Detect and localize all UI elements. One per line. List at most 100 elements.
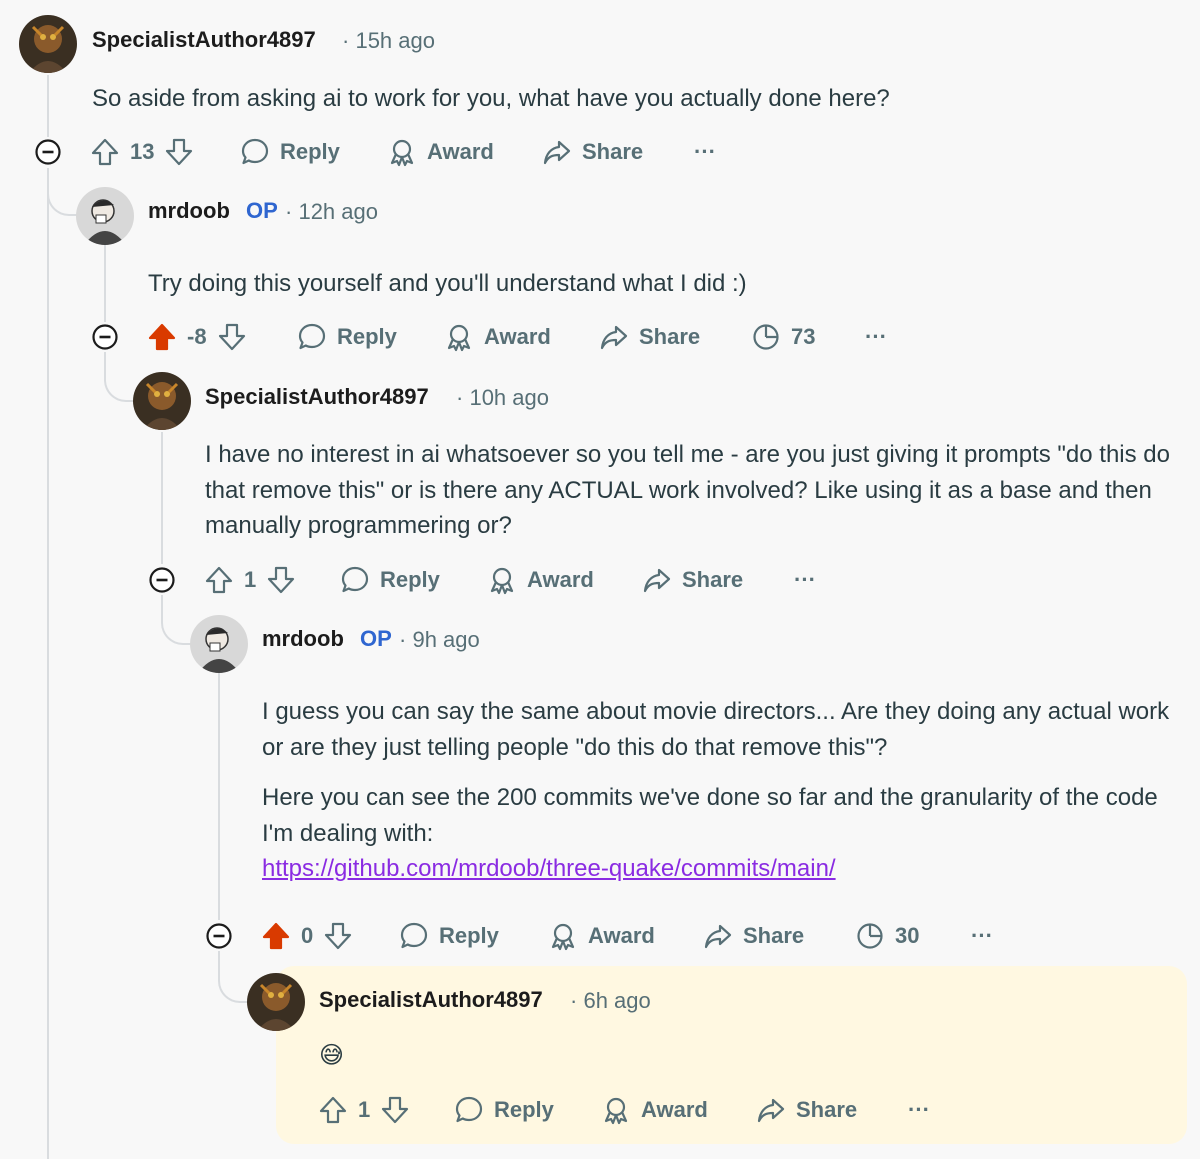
reply-button[interactable]: Reply: [240, 132, 340, 172]
comment-paragraph: 😅: [319, 1042, 345, 1069]
more-button[interactable]: ···: [908, 1090, 930, 1130]
more-button[interactable]: ···: [794, 560, 816, 600]
award-button[interactable]: Award: [548, 916, 655, 956]
comment-action-bar: 0 Reply Award Share 30 ···: [261, 916, 1021, 956]
award-button[interactable]: Award: [444, 317, 551, 357]
insights-button[interactable]: 30: [855, 916, 919, 956]
collapse-button[interactable]: [148, 566, 176, 594]
more-button[interactable]: ···: [865, 317, 887, 357]
avatar[interactable]: [19, 15, 77, 73]
reply-icon: [454, 1095, 484, 1125]
vote-score: 1: [244, 567, 257, 592]
share-button[interactable]: Share: [756, 1090, 857, 1130]
reply-icon: [340, 565, 370, 595]
timestamp-text: 10h ago: [469, 385, 549, 410]
comment-timestamp: · 6h ago: [570, 988, 651, 1013]
more-button[interactable]: ···: [694, 132, 716, 172]
award-button[interactable]: Award: [487, 560, 594, 600]
upvote-icon[interactable]: [147, 322, 177, 352]
comment-body: So aside from asking ai to work for you,…: [92, 81, 1172, 117]
award-button[interactable]: Award: [601, 1090, 708, 1130]
comment-timestamp: · 12h ago: [285, 199, 378, 224]
commit-link[interactable]: https://github.com/mrdoob/three-quake/co…: [262, 855, 836, 882]
vote-group: 13: [90, 132, 194, 172]
comment-author[interactable]: SpecialistAuthor4897: [92, 27, 316, 53]
upvote-icon[interactable]: [318, 1095, 348, 1125]
award-icon: [487, 565, 517, 595]
comment-paragraph: I guess you can say the same about movie…: [262, 698, 1170, 761]
reply-button[interactable]: Reply: [340, 560, 440, 600]
collapse-icon: [92, 324, 118, 350]
comment-body: I guess you can say the same about movie…: [262, 694, 1182, 887]
share-label: Share: [743, 923, 805, 948]
insights-button[interactable]: 73: [751, 317, 815, 357]
comment-author[interactable]: SpecialistAuthor4897: [319, 987, 543, 1013]
thread-line: [218, 672, 220, 920]
thread-line: [161, 432, 163, 564]
reply-button[interactable]: Reply: [454, 1090, 554, 1130]
award-button[interactable]: Award: [387, 132, 494, 172]
collapse-button[interactable]: [34, 138, 62, 166]
comment-paragraph: I have no interest in ai whatsoever so y…: [205, 441, 1171, 539]
reply-button[interactable]: Reply: [297, 317, 397, 357]
share-button[interactable]: Share: [642, 560, 743, 600]
comment-author[interactable]: SpecialistAuthor4897: [205, 384, 429, 410]
collapse-icon: [149, 567, 175, 593]
vote-score: 0: [301, 923, 314, 948]
comment-paragraph: Try doing this yourself and you'll under…: [148, 270, 747, 297]
share-button[interactable]: Share: [703, 916, 804, 956]
timestamp-text: 12h ago: [298, 199, 378, 224]
view-count: 73: [791, 324, 816, 349]
vote-score: 1: [358, 1097, 371, 1122]
reply-label: Reply: [337, 324, 397, 349]
award-label: Award: [641, 1097, 708, 1122]
reply-icon: [297, 322, 327, 352]
award-label: Award: [527, 567, 594, 592]
comment-action-bar: 1 Reply Award Share ···: [318, 1090, 1018, 1130]
thread-line: [104, 244, 106, 322]
vote-group: 0: [261, 916, 353, 956]
comment-author[interactable]: mrdoob: [148, 198, 230, 224]
avatar[interactable]: [133, 372, 191, 430]
avatar[interactable]: [247, 973, 305, 1031]
upvote-icon[interactable]: [204, 565, 234, 595]
downvote-icon[interactable]: [323, 921, 353, 951]
reply-icon: [240, 137, 270, 167]
reply-label: Reply: [439, 923, 499, 948]
downvote-icon[interactable]: [217, 322, 247, 352]
award-icon: [387, 137, 417, 167]
share-label: Share: [682, 567, 744, 592]
thread-line: [47, 168, 49, 1159]
op-badge: OP: [360, 626, 392, 651]
downvote-icon[interactable]: [164, 137, 194, 167]
more-button[interactable]: ···: [971, 916, 993, 956]
share-button[interactable]: Share: [599, 317, 700, 357]
comment-action-bar: -8 Reply Award Share 73 ···: [147, 317, 907, 357]
thread-connector: [218, 951, 250, 1003]
comment-paragraph: Here you can see the 200 commits we've d…: [262, 784, 1158, 847]
reply-button[interactable]: Reply: [399, 916, 499, 956]
insights-icon: [855, 921, 885, 951]
reply-icon: [399, 921, 429, 951]
collapse-button[interactable]: [205, 922, 233, 950]
more-icon: ···: [908, 1097, 930, 1122]
share-icon: [756, 1095, 786, 1125]
comment-author[interactable]: mrdoob: [262, 626, 344, 652]
comment-timestamp: · 15h ago: [342, 28, 435, 53]
downvote-icon[interactable]: [266, 565, 296, 595]
more-icon: ···: [865, 324, 887, 349]
collapse-button[interactable]: [91, 323, 119, 351]
timestamp-text: 15h ago: [355, 28, 435, 53]
upvote-icon[interactable]: [90, 137, 120, 167]
downvote-icon[interactable]: [380, 1095, 410, 1125]
comment-timestamp: · 9h ago: [399, 627, 480, 652]
avatar[interactable]: [76, 187, 134, 245]
reply-label: Reply: [494, 1097, 554, 1122]
share-button[interactable]: Share: [542, 132, 643, 172]
avatar[interactable]: [190, 615, 248, 673]
more-icon: ···: [794, 567, 816, 592]
view-count: 30: [895, 923, 920, 948]
upvote-icon[interactable]: [261, 921, 291, 951]
insights-icon: [751, 322, 781, 352]
share-label: Share: [582, 139, 644, 164]
